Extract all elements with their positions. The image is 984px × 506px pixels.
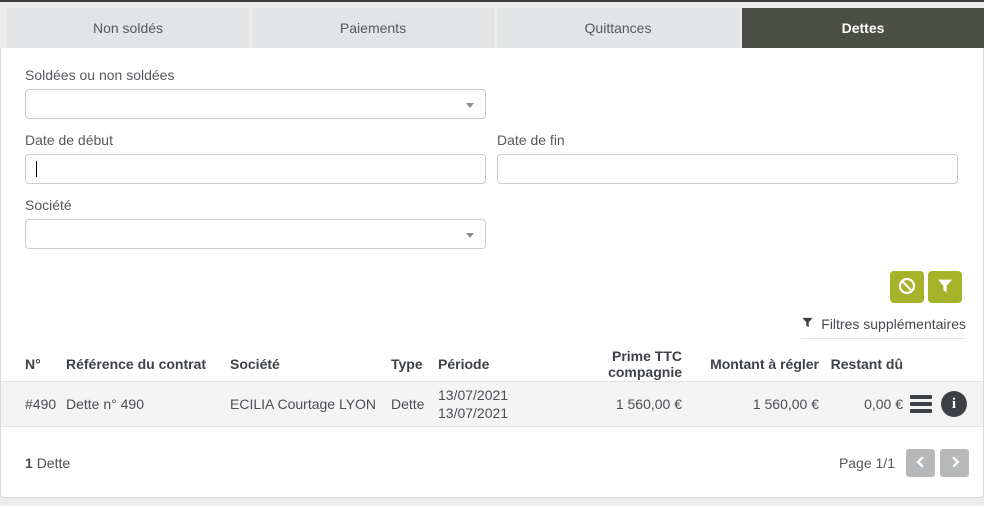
extra-filters-label: Filtres supplémentaires [821, 316, 966, 332]
ban-icon [897, 276, 917, 299]
tab-paiements[interactable]: Paiements [252, 8, 494, 48]
clear-filters-button[interactable] [890, 271, 924, 303]
header-montant: Montant à régler [710, 356, 819, 372]
date-fin-label: Date de fin [497, 132, 565, 148]
info-icon[interactable]: i [941, 391, 967, 417]
text-cursor [36, 161, 37, 177]
header-restant: Restant dû [830, 356, 903, 372]
cell-numero: #490 [25, 396, 57, 412]
chevron-down-icon [466, 103, 474, 108]
pagination: Page 1/1 [839, 449, 969, 477]
table-header-row: N° Référence du contrat Société Type Pér… [1, 347, 983, 381]
societe-select[interactable] [25, 219, 486, 249]
result-count: 1 Dette [25, 455, 70, 471]
menu-icon[interactable] [910, 395, 932, 413]
cell-periode: 13/07/2021 13/07/2021 [438, 386, 542, 422]
tab-quittances[interactable]: Quittances [497, 8, 739, 48]
date-debut-label: Date de début [25, 132, 113, 148]
chevron-right-icon [948, 455, 962, 472]
window-top-border [0, 0, 984, 2]
dettes-panel: Soldées ou non soldées Date de début Dat… [0, 48, 984, 498]
header-numero: N° [25, 356, 41, 372]
periode-debut: 13/07/2021 [438, 387, 509, 403]
previous-page-button[interactable] [906, 449, 935, 477]
header-periode: Période [438, 356, 490, 372]
dettes-table: N° Référence du contrat Société Type Pér… [1, 347, 983, 427]
extra-filters-link[interactable]: Filtres supplémentaires [801, 316, 966, 339]
funnel-icon [801, 316, 814, 332]
header-prime: Prime TTC compagnie [608, 348, 682, 380]
chevron-down-icon [466, 233, 474, 238]
cell-montant: 1 560,00 € [752, 396, 819, 412]
tab-dettes[interactable]: Dettes [742, 8, 984, 48]
chevron-left-icon [914, 455, 928, 472]
apply-filters-button[interactable] [928, 271, 962, 303]
result-count-value: 1 [25, 455, 33, 471]
soldees-label: Soldées ou non soldées [25, 67, 175, 83]
date-fin-input[interactable] [497, 154, 958, 184]
header-reference: Référence du contrat [66, 356, 207, 372]
cell-reference: Dette n° 490 [66, 396, 144, 412]
soldees-select[interactable] [25, 89, 486, 119]
result-count-label: Dette [36, 455, 71, 471]
periode-fin: 13/07/2021 [438, 405, 509, 421]
cell-prime: 1 560,00 € [615, 396, 682, 412]
table-row: #490 Dette n° 490 ECILIA Courtage LYON D… [1, 381, 983, 427]
cell-restant: 0,00 € [864, 396, 903, 412]
cell-type: Dette [391, 396, 425, 412]
page-indicator: Page 1/1 [838, 455, 895, 471]
next-page-button[interactable] [940, 449, 969, 477]
header-societe: Société [230, 356, 280, 372]
tab-bar: Non soldés Paiements Quittances Dettes [7, 8, 984, 48]
cell-societe: ECILIA Courtage LYON [230, 396, 377, 412]
tab-non-soldes[interactable]: Non soldés [7, 8, 249, 48]
header-type: Type [391, 356, 423, 372]
date-debut-input[interactable] [25, 154, 486, 184]
societe-label: Société [25, 197, 72, 213]
funnel-icon [936, 277, 954, 298]
